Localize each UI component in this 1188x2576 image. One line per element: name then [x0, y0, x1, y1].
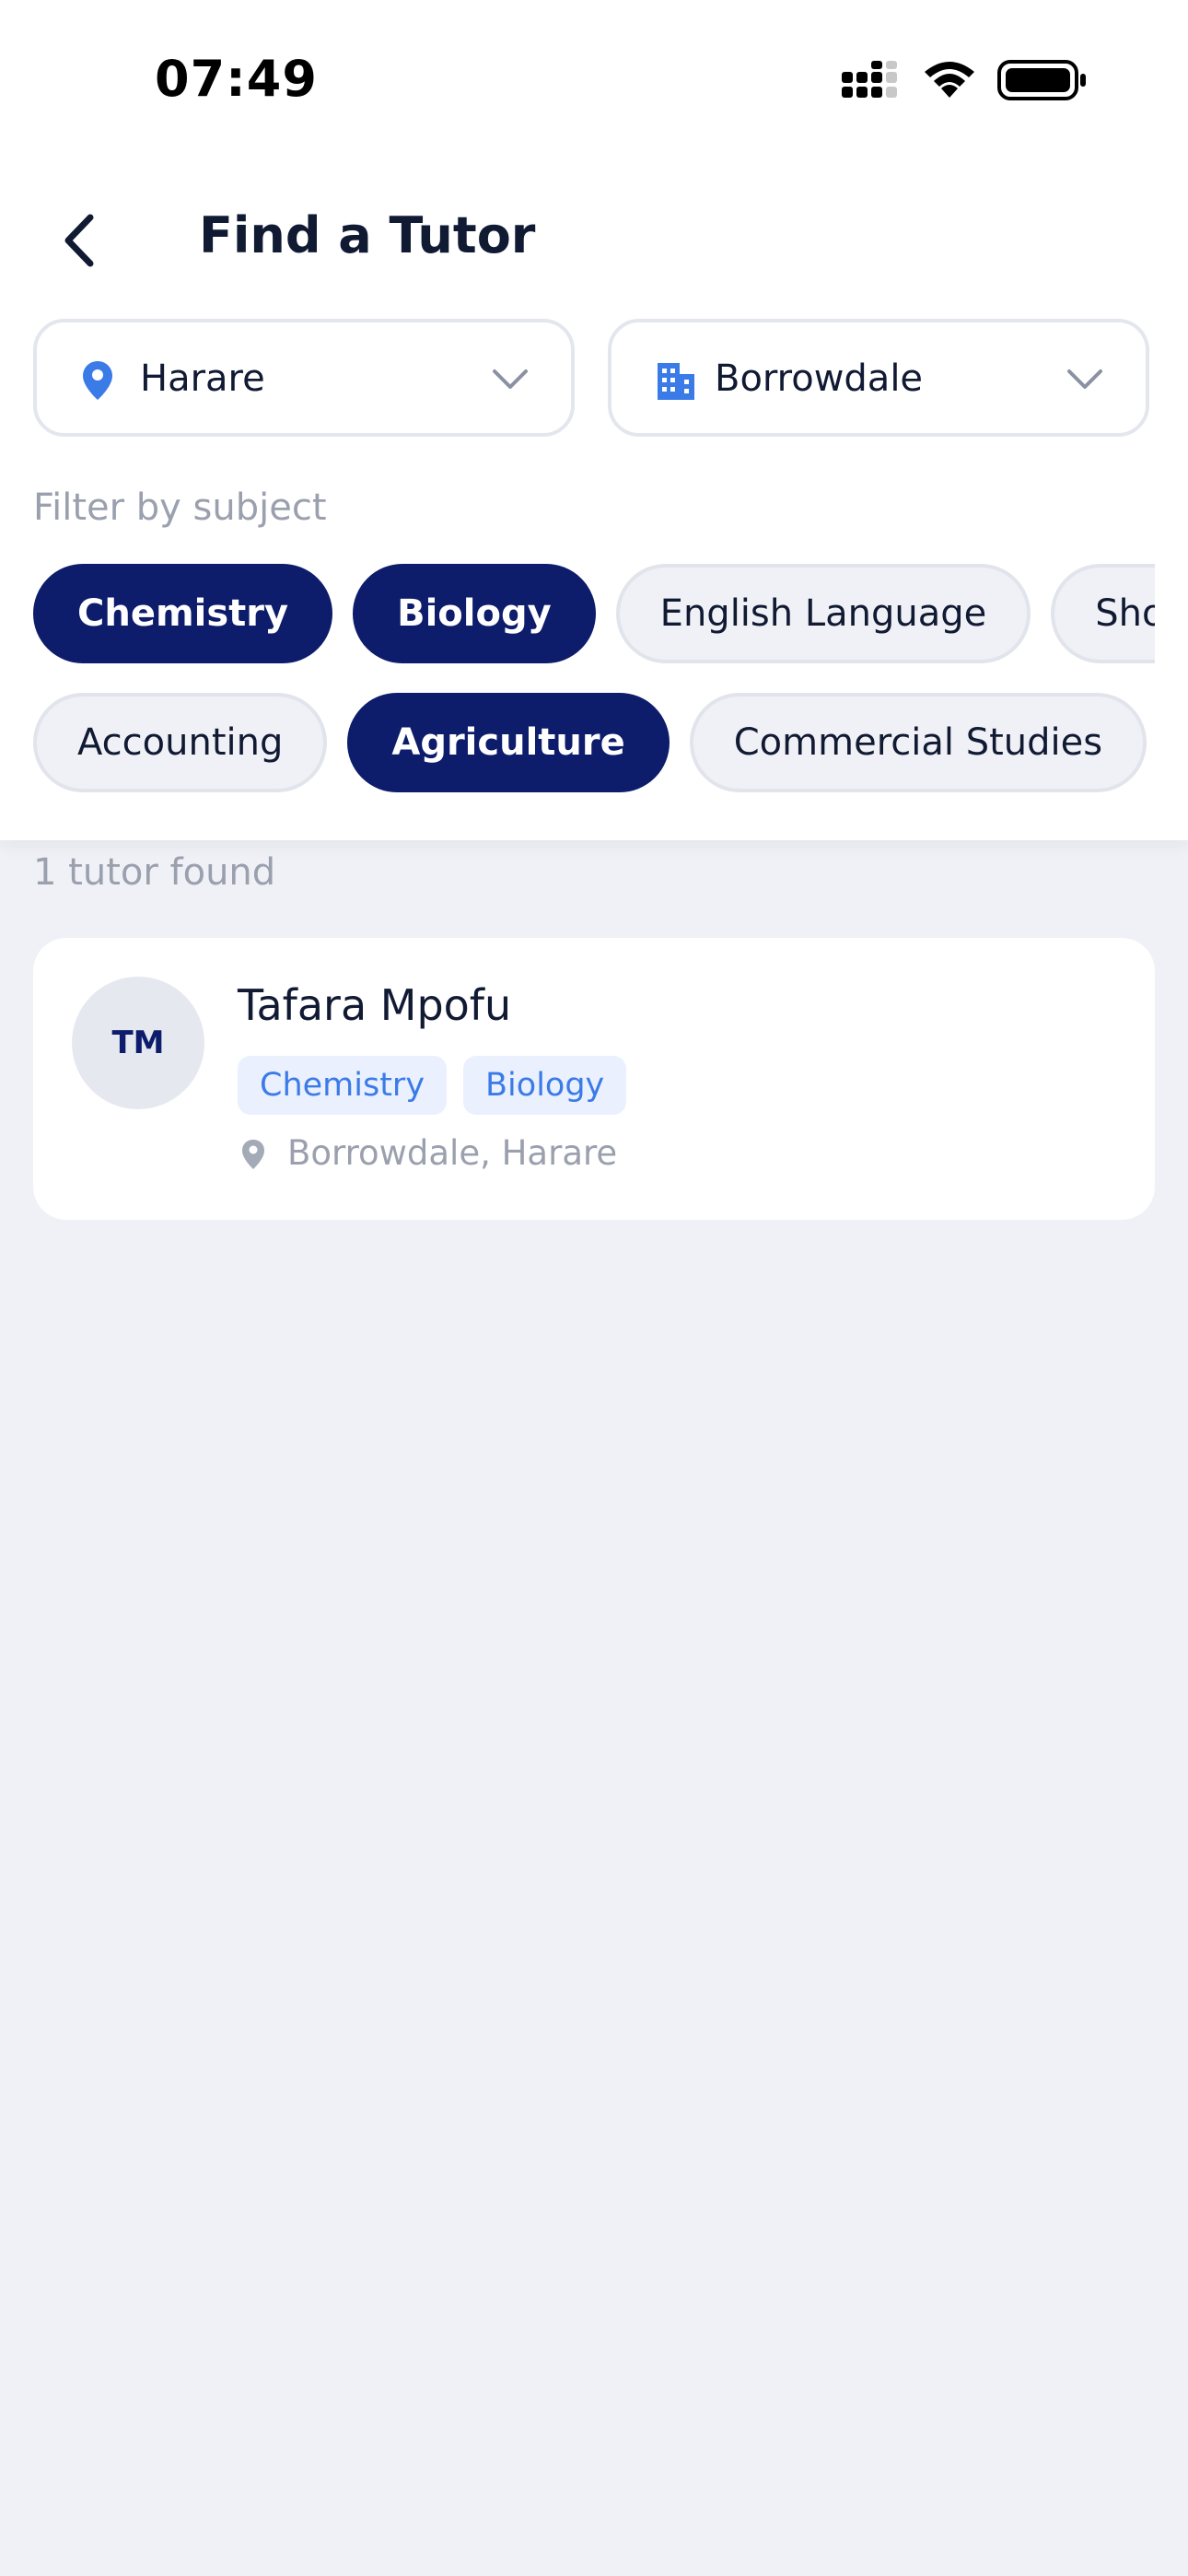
tutor-subject-tags: Chemistry Biology: [238, 1056, 643, 1115]
back-button[interactable]: [52, 208, 107, 273]
tutor-card[interactable]: TM Tafara Mpofu Chemistry Biology Borrowd…: [33, 938, 1155, 1220]
subject-chip-shona[interactable]: Shona: [1051, 564, 1155, 663]
subject-chip-row-2: Accounting Agriculture Commercial Studies: [33, 693, 1155, 800]
subject-chip-chemistry[interactable]: Chemistry: [33, 564, 333, 663]
avatar: TM: [72, 977, 204, 1109]
location-pin-icon: [83, 361, 112, 400]
subject-chip-accounting[interactable]: Accounting: [33, 693, 328, 792]
header-panel: 07:49 Find a Tutor Harare Borrowdale Fil…: [0, 0, 1188, 840]
tutor-location: Borrowdale, Harare: [287, 1133, 618, 1173]
city-dropdown[interactable]: Harare: [33, 319, 575, 437]
tutor-name: Tafara Mpofu: [238, 980, 512, 1030]
signal-icon: [842, 61, 897, 98]
chevron-left-icon: [64, 214, 94, 267]
area-dropdown[interactable]: Borrowdale: [608, 319, 1149, 437]
building-icon: [658, 363, 694, 400]
subject-tag: Biology: [463, 1056, 627, 1115]
chevron-down-icon: [1067, 369, 1102, 389]
subject-chip-biology[interactable]: Biology: [353, 564, 596, 663]
result-count: 1 tutor found: [33, 851, 276, 894]
status-time: 07:49: [155, 50, 318, 108]
area-dropdown-value: Borrowdale: [715, 357, 924, 400]
chevron-down-icon: [493, 369, 528, 389]
wifi-icon: [925, 62, 974, 98]
subject-chip-row-1: ChemistryBiologyEnglish LanguageShona: [33, 564, 1155, 671]
subject-chip-agriculture[interactable]: Agriculture: [347, 693, 670, 792]
city-dropdown-value: Harare: [140, 357, 265, 400]
battery-icon: [997, 60, 1086, 100]
subject-tag: Chemistry: [238, 1056, 448, 1115]
page-title: Find a Tutor: [199, 206, 536, 264]
filter-subject-label: Filter by subject: [33, 486, 327, 529]
subject-chip-english-language[interactable]: English Language: [615, 564, 1031, 663]
subject-chip-commercial-studies[interactable]: Commercial Studies: [689, 693, 1147, 792]
location-pin-icon: [242, 1140, 264, 1169]
